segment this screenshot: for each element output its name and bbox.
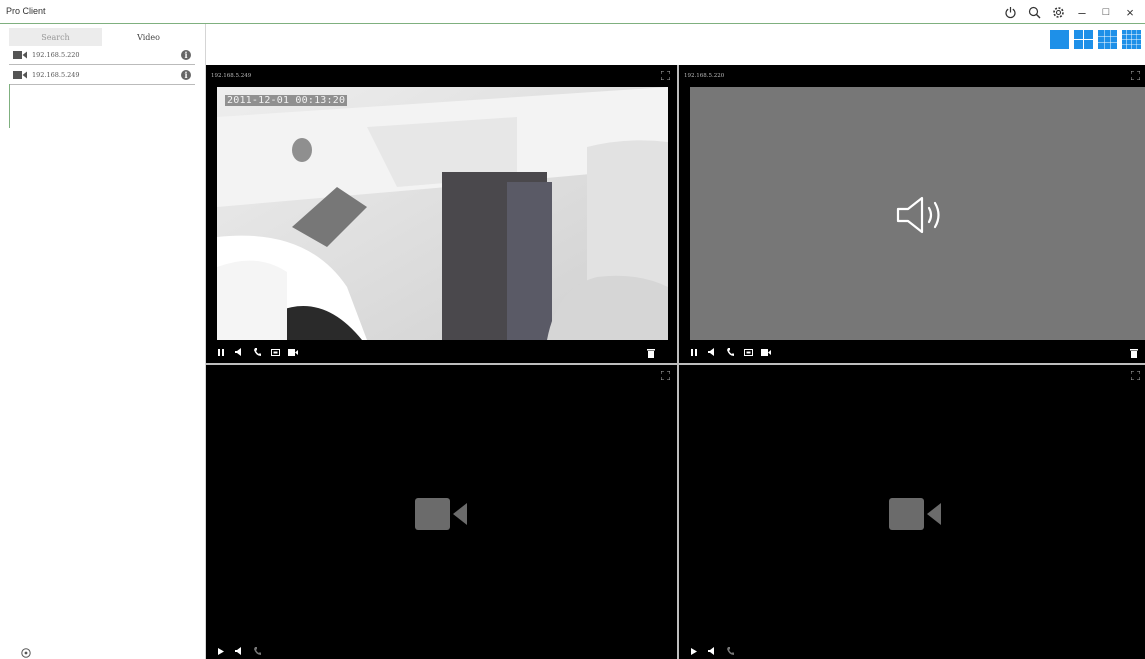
video-pane-3[interactable] xyxy=(206,365,677,659)
fullscreen-icon[interactable] xyxy=(661,71,670,80)
gear-icon xyxy=(1052,6,1064,18)
mute-button[interactable] xyxy=(230,346,248,358)
snapshot-icon xyxy=(743,349,753,356)
phone-icon xyxy=(253,348,261,356)
play-icon xyxy=(691,647,697,655)
speaker-icon xyxy=(235,647,241,655)
video-record-icon xyxy=(288,348,298,356)
power-button[interactable] xyxy=(999,3,1021,21)
fullscreen-icon[interactable] xyxy=(1131,71,1140,80)
pause-button[interactable] xyxy=(685,346,703,358)
video-feed[interactable]: 2011-12-01 00:13:20 xyxy=(217,87,668,340)
talk-button[interactable] xyxy=(721,346,739,358)
pane-controls xyxy=(685,645,739,657)
fullscreen-icon[interactable] xyxy=(661,371,670,380)
video-grid: 192.168.5.249 2011-12-01 00:13:20 192.16… xyxy=(206,65,1145,659)
play-icon xyxy=(218,647,224,655)
pane-controls xyxy=(212,346,302,358)
device-item[interactable]: 192.168.5.220 i xyxy=(9,46,195,65)
play-button[interactable] xyxy=(212,645,230,657)
pane-controls xyxy=(212,645,266,657)
layout-3x3-icon[interactable] xyxy=(1098,30,1117,49)
search-icon xyxy=(1028,6,1040,18)
camera-icon xyxy=(13,51,27,59)
grid-divider-vertical xyxy=(677,65,679,659)
fullscreen-icon[interactable] xyxy=(1131,371,1140,380)
record-button[interactable] xyxy=(757,346,775,358)
pane-ip-label: 192.168.5.220 xyxy=(684,73,725,79)
maximize-icon: □ xyxy=(1102,5,1110,18)
snapshot-button[interactable] xyxy=(739,346,757,358)
pane-controls xyxy=(685,346,775,358)
selection-accent xyxy=(9,84,10,128)
window-controls: – □ × xyxy=(997,3,1141,21)
mute-button[interactable] xyxy=(703,346,721,358)
info-icon[interactable]: i xyxy=(181,50,191,60)
mute-button[interactable] xyxy=(703,645,721,657)
pause-icon xyxy=(691,348,697,356)
snapshot-icon xyxy=(270,349,280,356)
device-ip: 192.168.5.220 xyxy=(32,51,80,59)
mute-button[interactable] xyxy=(230,645,248,657)
info-icon[interactable]: i xyxy=(181,70,191,80)
video-camera-icon xyxy=(889,498,941,530)
settings-button[interactable] xyxy=(1047,3,1069,21)
camera-icon xyxy=(13,71,27,79)
video-pane-1[interactable]: 192.168.5.249 2011-12-01 00:13:20 xyxy=(206,65,677,363)
talk-button[interactable] xyxy=(721,645,739,657)
video-pane-2[interactable]: 192.168.5.220 xyxy=(679,65,1145,363)
close-button[interactable]: × xyxy=(1119,3,1141,21)
pause-button[interactable] xyxy=(212,346,230,358)
camera-feed-image xyxy=(217,87,668,340)
video-record-icon xyxy=(761,348,771,356)
maximize-button[interactable]: □ xyxy=(1095,3,1117,21)
app-title: Pro Client xyxy=(6,6,46,16)
layout-2x2-icon[interactable] xyxy=(1074,30,1093,49)
tab-video[interactable]: Video xyxy=(102,28,195,46)
talk-button[interactable] xyxy=(248,645,266,657)
layout-1x1-icon[interactable] xyxy=(1050,30,1069,49)
minimize-button[interactable]: – xyxy=(1071,3,1093,21)
add-circle-icon[interactable] xyxy=(21,648,31,658)
trash-icon[interactable] xyxy=(647,348,655,358)
speaker-icon xyxy=(235,348,241,356)
phone-icon xyxy=(726,348,734,356)
audio-feed[interactable] xyxy=(690,87,1145,340)
speaker-icon xyxy=(708,348,714,356)
sidebar-tabs: Search Video xyxy=(9,28,195,46)
speaker-icon xyxy=(896,196,940,234)
grid-divider-horizontal xyxy=(206,363,1145,365)
pane-ip-label: 192.168.5.249 xyxy=(211,73,252,79)
snapshot-button[interactable] xyxy=(266,346,284,358)
minimize-icon: – xyxy=(1078,4,1086,20)
video-timestamp: 2011-12-01 00:13:20 xyxy=(225,95,348,106)
phone-icon xyxy=(726,647,734,655)
search-button[interactable] xyxy=(1023,3,1045,21)
trash-icon[interactable] xyxy=(1130,348,1138,358)
video-pane-4[interactable] xyxy=(679,365,1145,659)
layout-4x4-icon[interactable] xyxy=(1122,30,1141,49)
speaker-icon xyxy=(708,647,714,655)
video-camera-icon xyxy=(415,498,467,530)
sidebar: Search Video 192.168.5.220 i 192.168.5.2… xyxy=(0,24,206,659)
layout-switcher xyxy=(1050,30,1145,49)
power-icon xyxy=(1004,6,1016,18)
close-icon: × xyxy=(1126,4,1134,20)
pause-icon xyxy=(218,348,224,356)
talk-button[interactable] xyxy=(248,346,266,358)
phone-icon xyxy=(253,647,261,655)
device-ip: 192.168.5.249 xyxy=(32,71,80,79)
tab-search[interactable]: Search xyxy=(9,28,102,46)
record-button[interactable] xyxy=(284,346,302,358)
device-item[interactable]: 192.168.5.249 i xyxy=(9,66,195,85)
play-button[interactable] xyxy=(685,645,703,657)
title-bar: Pro Client – □ × xyxy=(0,0,1145,24)
